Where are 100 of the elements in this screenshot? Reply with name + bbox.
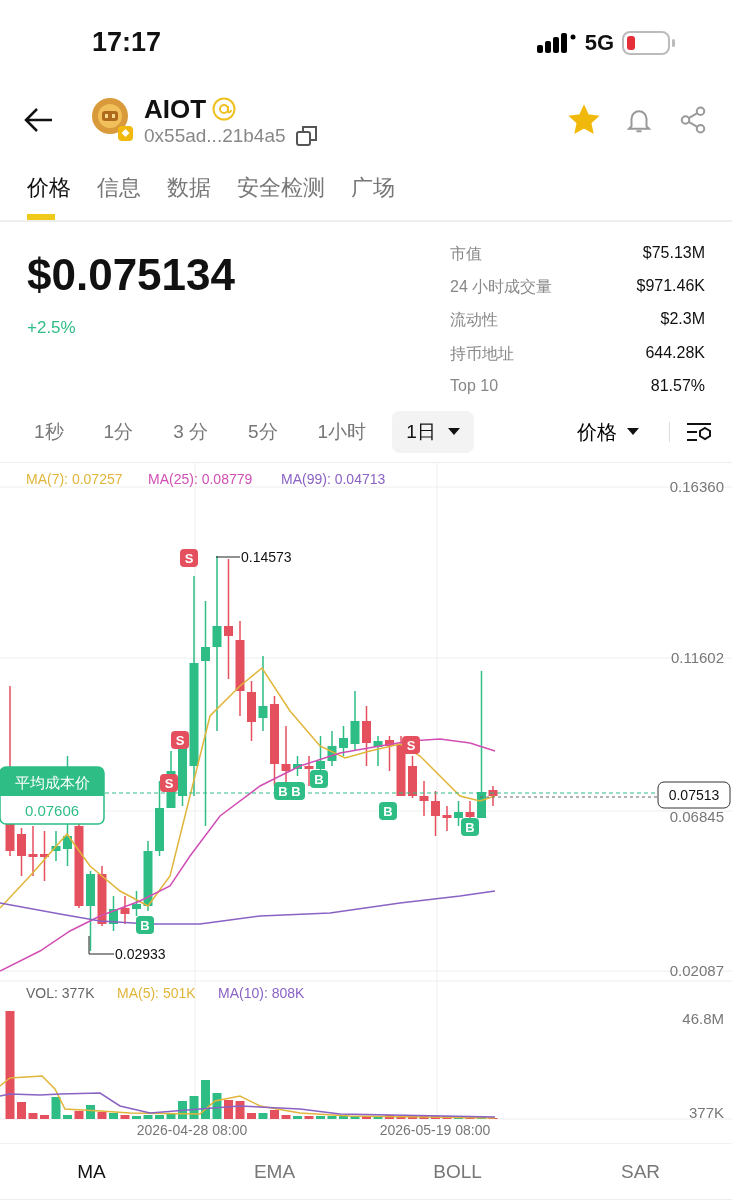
tab[interactable]: 价格 xyxy=(27,155,71,220)
volume-bar xyxy=(293,1116,302,1119)
date-label: 2026-04-28 08:00 xyxy=(136,1122,248,1138)
candle xyxy=(327,730,337,767)
volume-bar xyxy=(166,1113,176,1119)
candle xyxy=(385,735,394,772)
stat-label: 流动性 xyxy=(450,310,499,331)
volume-bar xyxy=(86,1105,95,1119)
candle xyxy=(109,895,118,932)
interval-tab[interactable]: 1小时 xyxy=(303,411,381,453)
volume-bar xyxy=(212,1093,222,1119)
price-value: $0.075134 xyxy=(27,250,236,300)
chart-settings-icon[interactable] xyxy=(686,421,712,443)
tab[interactable]: 数据 xyxy=(167,155,211,220)
volume-bar xyxy=(247,1113,256,1119)
candle xyxy=(17,827,26,877)
caret-icon xyxy=(447,428,460,436)
volume-bar xyxy=(350,1116,360,1119)
candle xyxy=(40,830,49,882)
sell-badge: S xyxy=(160,774,178,792)
volume-bar xyxy=(143,1115,153,1119)
volume-bar xyxy=(281,1115,291,1119)
indicator-tab[interactable]: SAR xyxy=(549,1144,732,1199)
volume-bar xyxy=(339,1116,348,1119)
buy-badge: B xyxy=(461,818,479,836)
interval-tab[interactable]: 1分 xyxy=(89,411,148,453)
leader-line xyxy=(215,556,241,558)
volume-bar xyxy=(408,1115,417,1119)
sell-badge: S xyxy=(171,731,189,749)
caret-icon xyxy=(627,428,639,436)
candle xyxy=(28,825,38,877)
volume-bar xyxy=(235,1101,245,1119)
candle xyxy=(132,890,141,917)
copy-icon[interactable] xyxy=(295,124,318,147)
volume-bar xyxy=(28,1113,38,1119)
axis-label: 377K xyxy=(688,1104,724,1121)
sell-badge: S xyxy=(402,736,420,754)
axis-label: 0.06845 xyxy=(669,808,724,825)
stat-value: $75.13M xyxy=(641,244,705,263)
candle xyxy=(97,865,107,927)
axis-label: 0.16360 xyxy=(669,478,724,495)
candle xyxy=(396,735,406,797)
stat-value: 81.57% xyxy=(649,376,705,396)
tab[interactable]: 信息 xyxy=(97,155,141,220)
candle xyxy=(339,725,348,757)
ma-legend: MA(25): 0.08779 xyxy=(148,471,253,487)
star-icon[interactable] xyxy=(568,104,600,136)
volume-bar xyxy=(132,1116,141,1119)
volume-bar xyxy=(120,1115,130,1119)
interval-tab[interactable]: 3 分 xyxy=(159,411,222,453)
price-label: 0.02933 xyxy=(115,946,166,962)
volume-bar xyxy=(396,1116,406,1119)
candle xyxy=(120,895,130,925)
indicator-tab[interactable]: EMA xyxy=(183,1144,366,1199)
back-arrow-icon[interactable] xyxy=(24,107,54,133)
candle xyxy=(431,790,440,837)
ma-legend: MA(7): 0.07257 xyxy=(26,471,123,487)
volume-bar xyxy=(419,1116,429,1119)
tab[interactable]: 安全检测 xyxy=(237,155,325,220)
share-icon[interactable] xyxy=(678,105,708,135)
sell-badge: S xyxy=(180,549,198,567)
interval-tab[interactable]: 5分 xyxy=(234,411,292,453)
stat-label: 持币地址 xyxy=(450,343,515,364)
volume-bar xyxy=(189,1096,199,1119)
stat-value: $971.46K xyxy=(636,277,705,297)
buy-badge: B xyxy=(287,782,305,800)
interval-tab[interactable]: 1秒 xyxy=(20,411,78,453)
interval-tab[interactable]: 1日 xyxy=(392,411,474,453)
candle xyxy=(442,805,452,832)
tab[interactable]: 广场 xyxy=(351,155,395,220)
buy-badge: B xyxy=(310,770,328,788)
indicator-tab[interactable]: MA xyxy=(0,1144,183,1199)
volume-bar xyxy=(224,1100,233,1119)
volume-bar xyxy=(51,1097,61,1119)
ma-legend: MA(99): 0.04713 xyxy=(281,471,386,487)
stat-label: 24 小时成交量 xyxy=(450,277,554,298)
volume-legend: MA(5): 501K xyxy=(117,985,196,1001)
volume-bar xyxy=(362,1116,371,1119)
volume-bar xyxy=(270,1110,279,1119)
volume-bar xyxy=(304,1116,314,1119)
candle xyxy=(454,800,463,827)
volume-bar xyxy=(109,1113,118,1119)
at-sign-icon xyxy=(212,97,237,121)
axis-label: 0.11602 xyxy=(670,649,724,666)
buy-badge: B xyxy=(379,802,397,820)
indicator-tab[interactable]: BOLL xyxy=(366,1144,549,1199)
volume-bar xyxy=(442,1116,452,1119)
token-name: AIOT xyxy=(144,93,207,125)
volume-bar xyxy=(63,1115,72,1119)
volume-bar xyxy=(155,1115,164,1119)
volume-bar xyxy=(258,1113,268,1119)
network-label: 5G xyxy=(584,29,614,56)
battery-icon xyxy=(622,30,676,55)
current-price-tag: 0.07513 xyxy=(657,781,731,809)
price-type-dropdown[interactable]: 价格 xyxy=(563,418,653,446)
date-label: 2026-05-19 08:00 xyxy=(379,1122,491,1138)
volume-bar xyxy=(201,1080,210,1119)
candle xyxy=(143,840,153,912)
price-change: +2.5% xyxy=(27,318,77,338)
volume-bar xyxy=(431,1116,440,1119)
